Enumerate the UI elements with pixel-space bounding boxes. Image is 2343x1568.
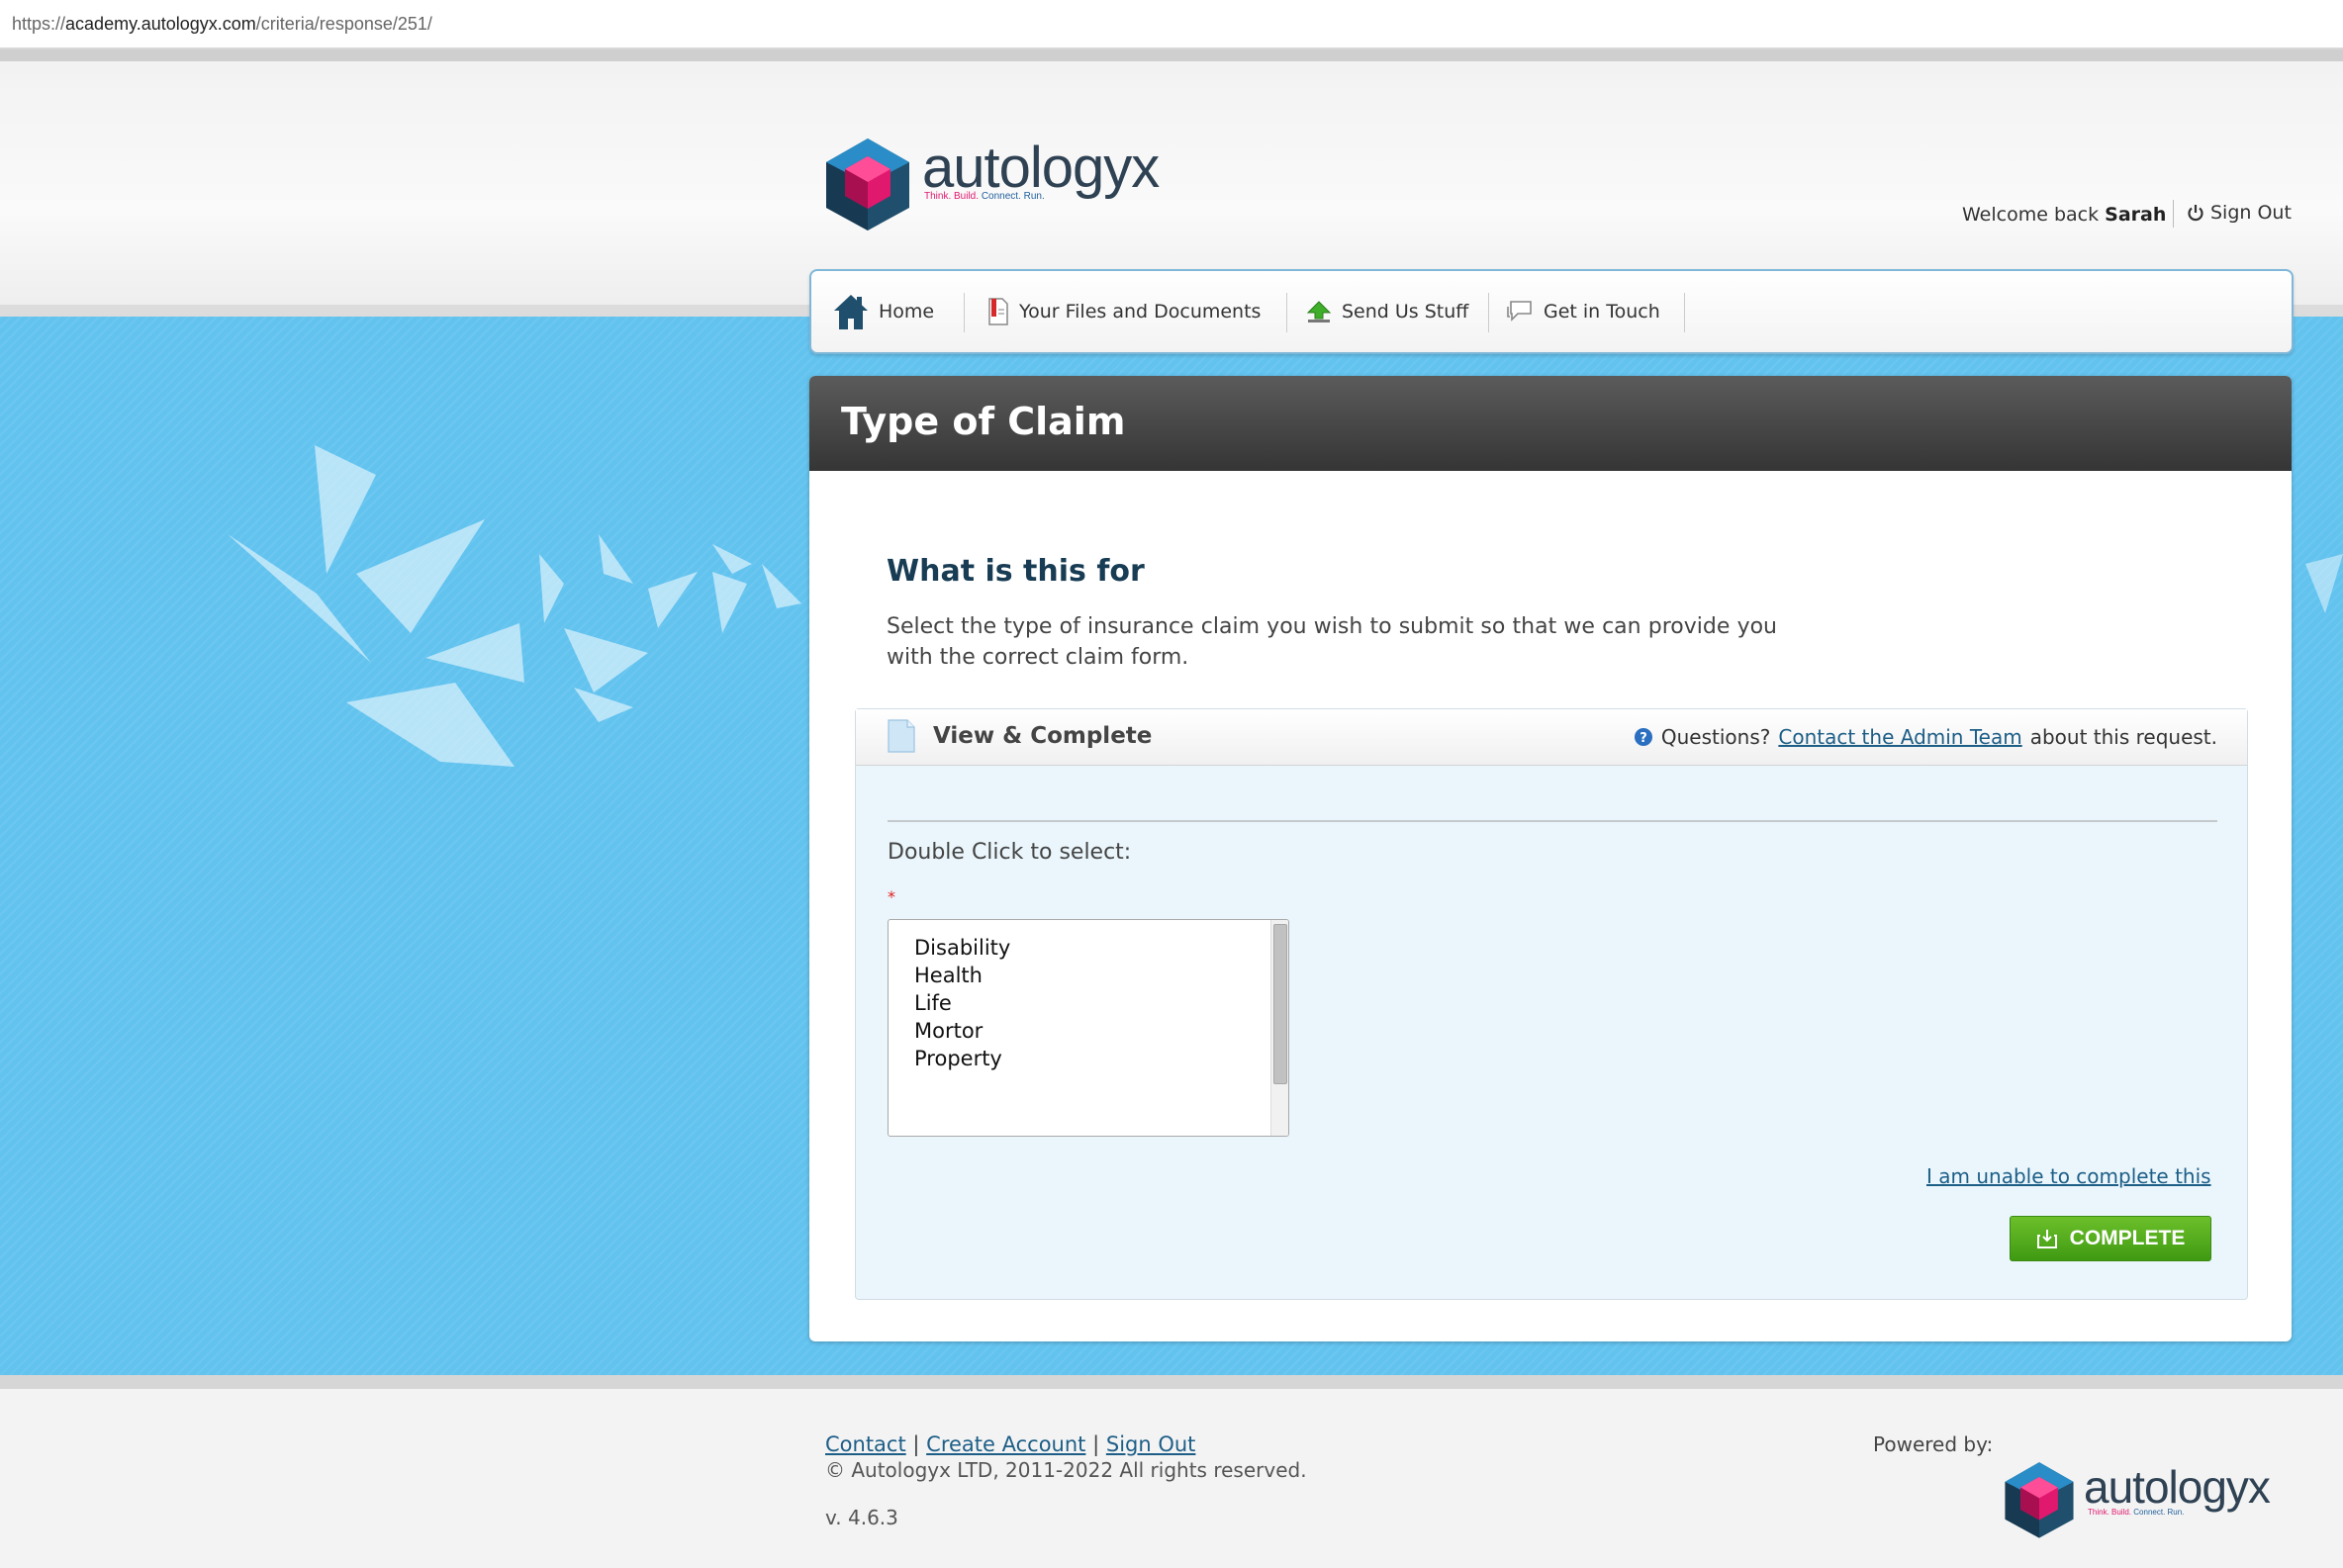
url-text[interactable]: https://academy.autologyx.com/criteria/r… [12,14,432,35]
task-header-title: View & Complete [933,723,1153,749]
footer-brand-wordmark: autologyx [2084,1461,2271,1513]
title-bar: Type of Claim [809,376,2292,471]
brand-wordmark: autologyx [922,136,1160,200]
section-description: Select the type of insurance claim you w… [887,614,1777,670]
nav-separator [1286,293,1287,332]
nav-label-files: Your Files and Documents [1019,301,1262,323]
nav-item-send[interactable]: Send Us Stuff [1306,271,1468,352]
chat-icon [1507,301,1532,322]
questions-line: ? Questions? Contact the Admin Team abou… [1634,725,2217,749]
decorative-shards [228,445,801,767]
list-option-life[interactable]: Life [914,991,952,1015]
nav-item-files[interactable]: Your Files and Documents [987,271,1261,352]
header-separator [2173,200,2174,228]
download-tray-icon [2036,1230,2057,1248]
footer-links: Contact | Create Account | Sign Out [825,1432,1195,1456]
decorative-shard-right [2305,554,2343,613]
nav-separator [1684,293,1685,332]
divider [888,820,2217,822]
nav-item-contact[interactable]: Get in Touch [1506,271,1660,352]
listbox-scroll-thumb[interactable] [1273,924,1287,1084]
nav-label-home: Home [879,301,935,323]
home-icon [834,295,868,329]
required-marker: * [888,887,895,906]
welcome-message: Welcome back Sarah [1962,204,2167,226]
footer-signout-link[interactable]: Sign Out [1106,1432,1196,1456]
questions-suffix: about this request. [2029,725,2217,749]
power-icon [2188,205,2203,222]
list-option-property[interactable]: Property [914,1047,1002,1070]
list-option-disability[interactable]: Disability [914,936,1010,960]
copyright-text: © Autologyx LTD, 2011-2022 All rights re… [825,1458,1307,1482]
page-title: Type of Claim [841,400,1126,443]
main-nav: Home Your Files and Documents Send Us St… [809,269,2294,354]
unable-to-complete-link[interactable]: I am unable to complete this [1926,1164,2211,1188]
document-icon [988,298,1008,325]
signout-label: Sign Out [2210,202,2292,224]
footer-separator: | [912,1432,920,1456]
footer-divider [0,1375,2343,1389]
claim-type-listbox[interactable]: Disability Health Life Mortor Property [888,919,1289,1137]
page-icon [888,719,915,753]
nav-label-contact: Get in Touch [1544,301,1660,323]
nav-item-home[interactable]: Home [833,271,934,352]
browser-divider [0,49,2343,61]
autologyx-logo-icon[interactable] [823,137,912,231]
footer-separator: | [1092,1432,1100,1456]
list-option-health[interactable]: Health [914,964,983,987]
browser-address-bar[interactable]: https://academy.autologyx.com/criteria/r… [0,0,2343,49]
user-name: Sarah [2105,204,2167,226]
complete-button[interactable]: COMPLETE [2010,1216,2211,1261]
nav-label-send: Send Us Stuff [1342,301,1469,323]
powered-by-label: Powered by: [1873,1432,1994,1456]
nav-separator [1488,293,1489,332]
upload-icon [1306,301,1332,323]
header-signout-link[interactable]: Sign Out [2187,202,2292,224]
section-title: What is this for [887,554,1145,589]
contact-admin-link[interactable]: Contact the Admin Team [1778,725,2021,749]
questions-prefix: Questions? [1660,725,1771,749]
task-box: View & Complete ? Questions? Contact the… [855,708,2248,1300]
complete-label: COMPLETE [2069,1227,2186,1249]
version-text: v. 4.6.3 [825,1506,898,1529]
list-option-mortor[interactable]: Mortor [914,1019,983,1043]
select-instruction: Double Click to select: [888,840,1132,865]
footer-create-account-link[interactable]: Create Account [926,1432,1085,1456]
footer-contact-link[interactable]: Contact [825,1432,906,1456]
svg-text:?: ? [1640,731,1647,746]
brand-tagline: Think. Build. Connect. Run. [924,191,1045,202]
nav-separator [964,293,965,332]
help-icon: ? [1634,728,1652,746]
task-header: View & Complete ? Questions? Contact the… [856,709,2247,766]
footer-logo-icon [2005,1462,2074,1538]
footer-brand-tagline: Think. Build. Connect. Run. [2088,1508,2185,1517]
content-panel: Type of Claim What is this for Select th… [809,376,2292,1341]
